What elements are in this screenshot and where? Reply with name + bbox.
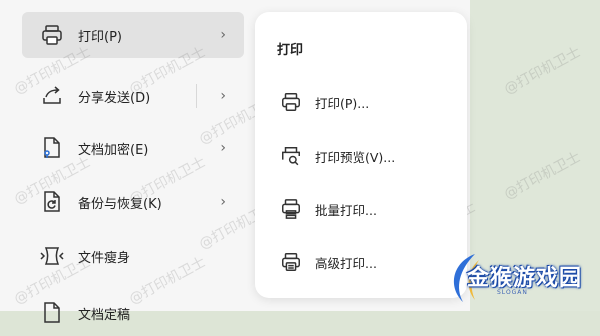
menu-item-share[interactable]: 分享发送(D) › xyxy=(22,73,244,119)
site-logo: 金猴游戏园 SLOGAN xyxy=(445,248,595,308)
backup-icon xyxy=(39,189,65,215)
submenu-item-label: 批量打印... xyxy=(315,202,377,218)
print-submenu: 打印 打印(P)... 打印预览(V)... 批量打印... 高级打印... xyxy=(255,12,467,298)
menu-item-backup[interactable]: 备份与恢复(K) › xyxy=(22,179,244,225)
menu-item-finalize[interactable]: 文档定稿 xyxy=(22,290,244,336)
submenu-item-advanced-print[interactable]: 高级打印... xyxy=(267,242,457,282)
menu-item-label: 文件瘦身 xyxy=(78,250,131,266)
finalize-icon xyxy=(39,300,65,326)
menu-item-encrypt[interactable]: 文档加密(E) › xyxy=(22,125,244,171)
logo-slogan: SLOGAN xyxy=(497,289,528,296)
printer-icon xyxy=(279,90,303,114)
encrypt-document-icon xyxy=(39,135,65,161)
submenu-title: 打印 xyxy=(277,43,304,58)
chevron-right-icon: › xyxy=(220,140,226,156)
submenu-item-label: 打印预览(V)... xyxy=(315,149,396,165)
menu-item-label: 文档定稿 xyxy=(78,307,131,323)
share-icon xyxy=(39,83,65,109)
submenu-item-label: 打印(P)... xyxy=(315,95,370,111)
divider xyxy=(196,84,197,108)
chevron-right-icon: › xyxy=(220,27,226,43)
logo-text: 金猴游戏园 xyxy=(467,266,583,291)
submenu-item-print-preview[interactable]: 打印预览(V)... xyxy=(267,136,457,176)
menu-item-label: 分享发送(D) xyxy=(78,90,151,106)
menu-item-label: 文档加密(E) xyxy=(78,142,149,158)
chevron-right-icon: › xyxy=(220,194,226,210)
batch-print-icon xyxy=(279,197,303,221)
menu-item-label: 打印(P) xyxy=(78,29,122,45)
printer-icon xyxy=(39,22,65,48)
chevron-right-icon: › xyxy=(220,88,226,104)
print-preview-icon xyxy=(279,144,303,168)
compress-icon xyxy=(39,243,65,269)
submenu-item-label: 高级打印... xyxy=(315,255,377,271)
menu-item-print[interactable]: 打印(P) › xyxy=(22,12,244,58)
submenu-item-batch-print[interactable]: 批量打印... xyxy=(267,189,457,229)
advanced-print-icon xyxy=(279,250,303,274)
menu-item-compress[interactable]: 文件瘦身 xyxy=(22,233,244,279)
menu-item-label: 备份与恢复(K) xyxy=(78,196,162,212)
submenu-item-print[interactable]: 打印(P)... xyxy=(267,82,457,122)
